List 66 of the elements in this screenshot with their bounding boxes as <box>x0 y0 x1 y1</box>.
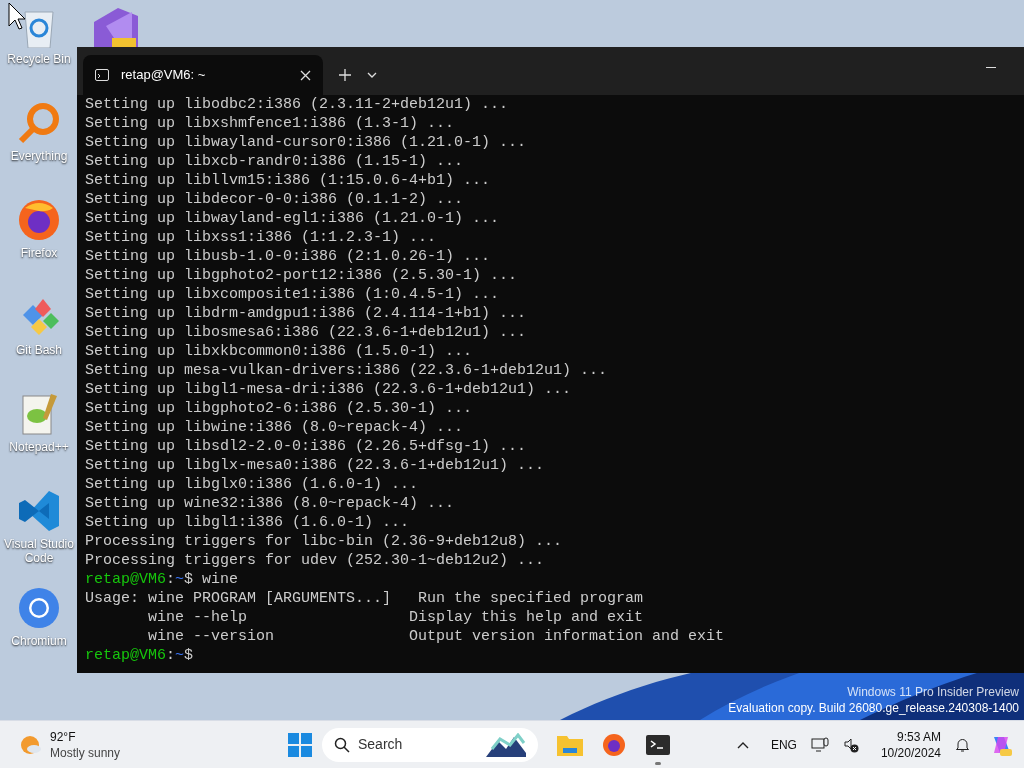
terminal-line: Setting up libosmesa6:i386 (22.3.6-1+deb12u1) ... <box>85 323 528 342</box>
terminal-line: Setting up libgphoto2-port12:i386 (2.5.30-1) ... <box>85 266 519 285</box>
terminal-icon[interactable] <box>646 734 670 755</box>
folder-icon[interactable] <box>557 733 583 756</box>
terminal-line: Setting up libwine:i386 (8.0~repack-4) ... <box>85 418 465 437</box>
code-ribbon-icon <box>17 489 61 533</box>
terminal-line: Setting up libsdl2-2.0-0:i386 (2.26.5+dfsg-1) ... <box>85 437 528 456</box>
mountains-icon <box>486 732 526 757</box>
terminal-line: Setting up mesa-vulkan-drivers:i386 (22.3.6-1+deb12u1) ... <box>85 361 609 380</box>
console-icon <box>95 69 109 81</box>
firefox-icon <box>17 198 61 242</box>
terminal-line: Setting up libgl1:i386 (1.6.0-1) ... <box>85 513 411 532</box>
terminal-line: wine --version Output version information and exit <box>147 627 726 646</box>
desktop-icon-label[interactable]: Firefox <box>20 246 58 260</box>
search-field[interactable]: Search <box>322 727 538 762</box>
dropdown-icon[interactable] <box>367 72 377 78</box>
mouse-pointer-icon <box>8 2 26 30</box>
prompt-line: retap@VM6:~$ <box>85 646 195 665</box>
terminal-line: Setting up libllvm15:i386 (1:15.0.6-4+b1) ... <box>85 171 492 190</box>
desktop-icon-label[interactable]: Notepad++ <box>9 440 69 454</box>
clock[interactable]: 9:53 AM 10/20/2024 <box>880 729 941 761</box>
chromium-icon <box>17 586 61 630</box>
magnifier-icon <box>17 101 61 145</box>
terminal-line: Processing triggers for udev (252.30-1~deb12u2) ... <box>85 551 546 570</box>
temperature-text: 92°F <box>50 728 77 745</box>
terminal-line: Setting up libglx-mesa0:i386 (22.3.6-1+deb12u1) ... <box>85 456 546 475</box>
network-icon[interactable] <box>810 737 829 753</box>
terminal-line: Setting up libgphoto2-6:i386 (2.5.30-1) ... <box>85 399 474 418</box>
terminal-line: Setting up libxcb-randr0:i386 (1.15-1) ... <box>85 152 465 171</box>
running-indicator <box>655 761 661 765</box>
terminal-line: wine --help Display this help and exit <box>147 608 645 627</box>
chevron-up-icon[interactable] <box>736 741 749 749</box>
terminal-line: Setting up libxshmfence1:i386 (1.3-1) ... <box>85 114 456 133</box>
new-tab-icon[interactable] <box>339 69 351 81</box>
close-icon[interactable] <box>300 69 311 81</box>
terminal-tab[interactable]: retap@VM6: ~ <box>83 55 323 95</box>
terminal-line: Setting up libxcomposite1:i386 (1:0.4.5-1) ... <box>85 285 501 304</box>
language-indicator[interactable]: ENG <box>770 736 797 754</box>
weather-condition: Mostly sunny <box>50 744 121 761</box>
terminal-line: Setting up libodbc2:i386 (2.3.11-2+deb12u1) ... <box>85 95 510 114</box>
start-icon[interactable] <box>288 732 312 757</box>
terminal-line: Setting up libwayland-cursor0:i386 (1.21.0-1) ... <box>85 133 528 152</box>
minimize-icon[interactable] <box>986 66 996 68</box>
desktop-icon-label[interactable]: Visual Studio Code <box>0 537 78 565</box>
desktop-icon-label[interactable]: Chromium <box>11 634 67 648</box>
terminal-line: Setting up libglx0:i386 (1.6.0-1) ... <box>85 475 420 494</box>
prompt-line: retap@VM6:~$ wine <box>85 570 240 589</box>
terminal-line: Setting up libdrm-amdgpu1:i386 (2.4.114-1+b1) ... <box>85 304 528 323</box>
watermark-text: Windows 11 Pro Insider Preview <box>847 684 1019 700</box>
firefox-icon[interactable] <box>602 732 626 757</box>
bell-icon[interactable] <box>955 737 970 753</box>
terminal-line: Setting up libgl1-mesa-dri:i386 (22.3.6-1+deb12u1) ... <box>85 380 573 399</box>
terminal-line: Setting up libxss1:i386 (1:1.2.3-1) ... <box>85 228 438 247</box>
desktop-icon-label[interactable]: Recycle Bin <box>7 52 71 66</box>
desktop-icon-label[interactable]: Git Bash <box>16 343 62 357</box>
terminal-line: Setting up wine32:i386 (8.0~repack-4) ... <box>85 494 456 513</box>
search-icon <box>334 736 350 753</box>
terminal-line: Setting up libdecor-0-0:i386 (0.1.1-2) ... <box>85 190 465 209</box>
terminal-line: Setting up libusb-1.0-0:i386 (2:1.0.26-1) ... <box>85 247 492 266</box>
terminal-line: Usage: wine PROGRAM [ARGUMENTS...] Run the specified program <box>85 589 645 608</box>
terminal-line: Setting up libwayland-egl1:i386 (1.21.0-1) ... <box>85 209 501 228</box>
watermark-text: Evaluation copy. Build 26080.ge_release.240308-1400 <box>728 700 1019 716</box>
muted-speaker-icon[interactable] <box>842 737 859 753</box>
desktop-icon-label[interactable]: Everything <box>10 149 68 163</box>
terminal-line: Setting up libxkbcommon0:i386 (1.5.0-1) ... <box>85 342 474 361</box>
terminal-line: Processing triggers for libc-bin (2.36-9+deb12u8) ... <box>85 532 564 551</box>
